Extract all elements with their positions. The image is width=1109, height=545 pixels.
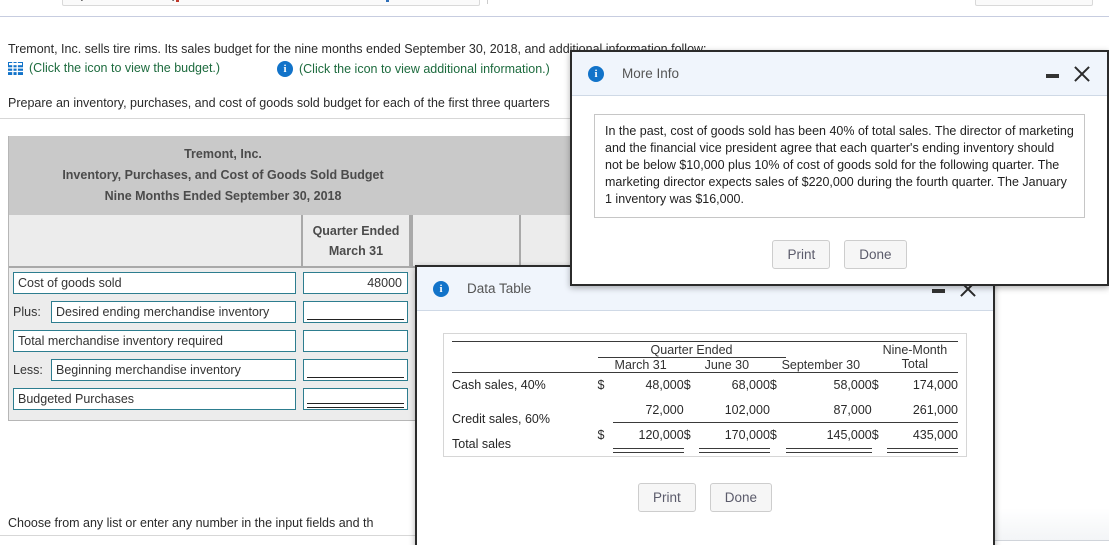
currency-symbol: $ [597, 378, 605, 393]
row-label-field-1[interactable]: Desired ending merchandise inventory [51, 300, 296, 323]
question-instruction-text: Prepare an inventory, purchases, and cos… [8, 96, 550, 110]
toolbar-left-field[interactable] [62, 0, 480, 6]
row-value-input-2-q1[interactable] [303, 329, 408, 352]
worksheet-label-column-header [9, 215, 301, 266]
cell-credit-september: 87,000 [785, 397, 872, 423]
row-value-input-0-q1[interactable]: 48000 [303, 271, 408, 294]
row-label-credit-sales: Credit sales, 60% [452, 412, 550, 426]
toolbar-marker-a [176, 0, 179, 2]
toolbar-right-field[interactable] [975, 0, 1093, 6]
row-label-field-3[interactable]: Beginning merchandise inventory [51, 358, 296, 381]
footer-divider [985, 540, 1109, 541]
row-prefix-1: Plus: [13, 304, 41, 319]
data-table-actions: Print Done [443, 457, 967, 528]
worksheet-q2-header-line2 [413, 241, 519, 261]
row-label-total-sales: Total sales [452, 437, 512, 451]
attachment-links: (Click the icon to view the budget.) i (… [8, 61, 550, 79]
paren-left-glyph: ( [78, 0, 83, 2]
group-header-nine-month: Nine-Month [882, 342, 948, 357]
currency-symbol: $ [683, 428, 691, 443]
done-button[interactable]: Done [709, 482, 773, 512]
table-row: Credit sales, 60% 72,000 102,000 87,000 … [452, 397, 958, 426]
row-label-field-0[interactable]: Cost of goods sold [13, 271, 296, 294]
table-grid-icon[interactable] [8, 61, 23, 75]
table-row: Cash sales, 40% $ 48,000 $ 68,000 $ 58,0… [452, 373, 958, 398]
cell-cash-june: 68,000 [731, 378, 770, 393]
footer-shade [985, 508, 1109, 540]
more-info-window-controls [1046, 65, 1097, 83]
currency-symbol: $ [597, 428, 605, 442]
cell-cash-march: 48,000 [645, 378, 684, 393]
sales-budget-table-frame: Quarter Ended Nine-Month March 31 June 3… [443, 333, 967, 457]
cell-credit-total: 261,000 [887, 397, 958, 423]
sales-budget-table: Quarter Ended Nine-Month March 31 June 3… [452, 341, 958, 452]
currency-symbol: $ [871, 378, 879, 393]
data-table-body: Quarter Ended Nine-Month March 31 June 3… [417, 311, 993, 528]
print-button[interactable]: Print [772, 240, 831, 269]
worksheet-q1-column-header: Quarter Ended March 31 [301, 215, 411, 266]
column-header-june: June 30 [704, 357, 750, 372]
minimize-icon[interactable] [932, 288, 945, 293]
toolbar-marker-b [386, 0, 389, 2]
currency-symbol: $ [871, 428, 879, 443]
column-header-total: Total [901, 357, 929, 372]
data-table-dialog: i Data Table Quarter Ended Nine-Month Ma… [415, 265, 995, 545]
print-button[interactable]: Print [637, 482, 696, 512]
group-header-quarter-ended: Quarter Ended [597, 342, 786, 358]
currency-symbol: $ [683, 378, 691, 393]
more-info-attachment-label: (Click the icon to view additional infor… [298, 62, 550, 76]
question-choose-text: Choose from any list or enter any number… [8, 516, 374, 530]
info-circle-icon: i [433, 280, 449, 297]
cell-credit-march: 72,000 [613, 397, 684, 423]
screen: ( ) Tremont, Inc. sells tire rims. Its s… [0, 0, 1109, 545]
info-circle-icon: i [588, 65, 604, 82]
row-prefix-3: Less: [13, 362, 43, 377]
worksheet-q2-header-line1 [413, 221, 519, 241]
cell-cash-total: 174,000 [912, 378, 958, 393]
more-info-attachment-link[interactable]: i (Click the icon to view additional inf… [276, 61, 550, 77]
toolbar-divider [487, 0, 488, 4]
row-value-input-4-q1[interactable] [303, 387, 408, 410]
row-value-input-1-q1[interactable] [303, 300, 408, 323]
worksheet-q1-header-line1: Quarter Ended [312, 224, 400, 238]
worksheet-q2-column-header [411, 215, 521, 266]
row-label-cash-sales: Cash sales, 40% [452, 378, 546, 393]
more-info-title: More Info [622, 66, 680, 81]
row-value-input-3-q1[interactable] [303, 358, 408, 381]
info-circle-icon[interactable]: i [276, 61, 293, 77]
close-icon[interactable] [1073, 65, 1091, 83]
column-header-march: March 31 [614, 357, 667, 372]
cell-total-march: 120,000 [613, 423, 684, 452]
currency-symbol: $ [769, 428, 777, 443]
row-label-field-2[interactable]: Total merchandise inventory required [13, 329, 296, 352]
more-info-dialog: i More Info In the past, cost of goods s… [570, 50, 1109, 286]
currency-symbol: $ [769, 378, 777, 393]
budget-attachment-link[interactable]: (Click the icon to view the budget.) [8, 61, 220, 75]
column-header-september: September 30 [781, 357, 861, 372]
done-button[interactable]: Done [844, 240, 907, 269]
more-info-text: In the past, cost of goods sold has been… [594, 114, 1085, 218]
cell-credit-june: 102,000 [699, 397, 770, 423]
minimize-icon[interactable] [1046, 73, 1059, 78]
table-column-header-row: March 31 June 30 September 30 Total [452, 357, 958, 372]
top-toolbar-strip: ( ) [0, 0, 1109, 17]
worksheet-q1-header-line2: March 31 [328, 244, 384, 258]
data-table-title: Data Table [467, 281, 532, 296]
row-label-field-4[interactable]: Budgeted Purchases [13, 387, 296, 410]
cell-total-june: 170,000 [699, 423, 770, 452]
more-info-titlebar[interactable]: i More Info [572, 52, 1107, 96]
budget-attachment-label: (Click the icon to view the budget.) [29, 61, 221, 75]
cell-total-total: 435,000 [887, 423, 958, 452]
cell-cash-september: 58,000 [833, 378, 872, 393]
table-group-header-row: Quarter Ended Nine-Month [452, 342, 958, 358]
more-info-actions: Print Done [594, 218, 1085, 285]
cell-total-september: 145,000 [785, 423, 873, 452]
more-info-body: In the past, cost of goods sold has been… [572, 96, 1107, 285]
